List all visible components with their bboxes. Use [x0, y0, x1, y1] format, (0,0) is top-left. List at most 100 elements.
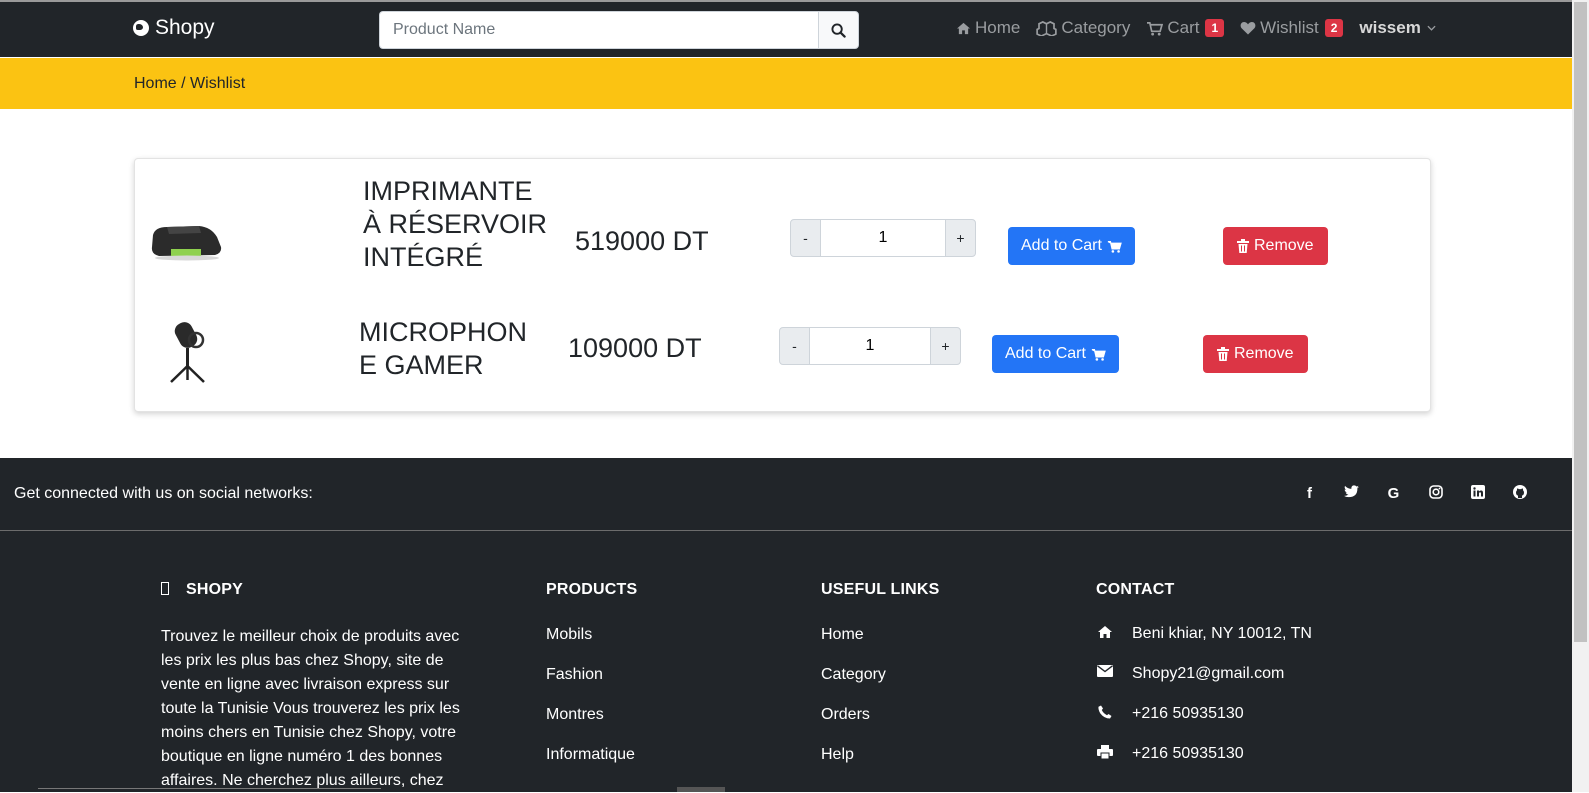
scrollbar-thumb[interactable]: [1574, 2, 1587, 642]
social-text: Get connected with us on social networks…: [14, 485, 313, 502]
remove-label: Remove: [1234, 345, 1294, 362]
navbar: Shopy Home Category Cart 1 Wishlist 2 wi…: [0, 2, 1589, 57]
quantity-increase-button[interactable]: +: [930, 327, 961, 365]
contact-fax: +216 50935130: [1096, 745, 1312, 785]
breadcrumb-separator: /: [176, 75, 191, 92]
brand-name: Shopy: [155, 16, 215, 39]
cart-icon: [1147, 21, 1164, 36]
footer-brand-heading: SHOPY: [161, 581, 471, 599]
nav-links: Home Category Cart 1 Wishlist 2 wissem: [956, 18, 1436, 38]
wishlist-count-badge: 2: [1324, 19, 1344, 37]
nav-category-label: Category: [1061, 18, 1131, 37]
quantity-decrease-button[interactable]: -: [790, 219, 821, 257]
cart-icon: [1107, 240, 1122, 253]
contact-address-text: Beni khiar, NY 10012, TN: [1132, 625, 1312, 642]
trash-icon: [1237, 239, 1249, 253]
breadcrumb: Home / Wishlist: [134, 75, 245, 93]
footer-useful-link[interactable]: Orders: [821, 705, 940, 745]
add-to-cart-button[interactable]: Add to Cart: [992, 335, 1119, 373]
facebook-icon[interactable]: f: [1299, 485, 1320, 503]
nav-home-link[interactable]: Home: [956, 18, 1020, 38]
twitter-icon[interactable]: [1341, 485, 1362, 503]
horizontal-scrollbar[interactable]: [38, 788, 381, 789]
google-icon[interactable]: G: [1383, 485, 1404, 503]
breadcrumb-bar: Home / Wishlist: [0, 58, 1589, 109]
nav-wishlist-link[interactable]: Wishlist 2: [1240, 18, 1344, 38]
breadcrumb-home-link[interactable]: Home: [134, 75, 177, 92]
contact-email: Shopy21@gmail.com: [1096, 665, 1312, 705]
footer-useful-link[interactable]: Home: [821, 625, 940, 665]
product-name: IMPRIMANTE À RÉSERVOIR INTÉGRÉ: [363, 176, 548, 272]
user-menu-dropdown[interactable]: wissem: [1359, 18, 1436, 38]
footer-product-link[interactable]: Mobils: [546, 625, 637, 665]
footer-useful-link[interactable]: Help: [821, 745, 940, 785]
print-icon: [1097, 745, 1113, 759]
footer-product-link[interactable]: Montres: [546, 705, 637, 745]
search-form: [379, 11, 859, 49]
trash-icon: [1217, 347, 1229, 361]
user-name: wissem: [1359, 18, 1421, 37]
search-input[interactable]: [379, 11, 818, 49]
globe-icon: [133, 20, 149, 36]
footer-products-column: PRODUCTS Mobils Fashion Montres Informat…: [546, 581, 637, 785]
home-icon: [1098, 626, 1112, 638]
social-section: Get connected with us on social networks…: [0, 458, 1572, 531]
footer-brand-title: SHOPY: [186, 581, 244, 598]
footer-useful-heading: USEFUL LINKS: [821, 581, 940, 598]
envelope-icon: [1097, 665, 1113, 677]
nav-home-label: Home: [975, 18, 1021, 37]
footer-contact-heading: CONTACT: [1096, 581, 1175, 598]
contact-phone-text: +216 50935130: [1132, 705, 1244, 722]
nav-cart-link[interactable]: Cart 1: [1146, 18, 1225, 38]
cubes-icon: [1036, 20, 1058, 36]
add-to-cart-button[interactable]: Add to Cart: [1008, 227, 1135, 265]
gem-icon: [161, 582, 169, 595]
search-button[interactable]: [818, 11, 859, 49]
footer-brand-text: Trouvez le meilleur choix de produits av…: [161, 628, 460, 789]
footer-products-heading: PRODUCTS: [546, 581, 638, 598]
product-price: 519000 DT: [575, 226, 709, 256]
quantity-input[interactable]: [810, 327, 930, 365]
footer-useful-link[interactable]: Category: [821, 665, 940, 705]
footer-product-link[interactable]: Fashion: [546, 665, 637, 705]
contact-phone: +216 50935130: [1096, 705, 1312, 745]
printer-image: [151, 226, 222, 261]
footer-contact-column: CONTACT Beni khiar, NY 10012, TN Shopy21…: [1096, 581, 1312, 785]
cart-icon: [1091, 348, 1106, 361]
remove-label: Remove: [1254, 237, 1314, 254]
contact-email-text: Shopy21@gmail.com: [1132, 665, 1285, 682]
quantity-increase-button[interactable]: +: [945, 219, 976, 257]
github-icon[interactable]: [1509, 485, 1530, 503]
quantity-input[interactable]: [821, 219, 945, 257]
add-to-cart-label: Add to Cart: [1021, 237, 1102, 254]
breadcrumb-current: Wishlist: [190, 75, 246, 92]
phone-icon: [1098, 705, 1112, 719]
contact-fax-text: +216 50935130: [1132, 745, 1244, 762]
heart-icon: [1240, 22, 1256, 35]
footer: SHOPY Trouvez le meilleur choix de produ…: [0, 531, 1572, 792]
contact-address: Beni khiar, NY 10012, TN: [1096, 625, 1312, 665]
linkedin-icon[interactable]: [1467, 485, 1488, 503]
quantity-stepper: - +: [790, 219, 976, 257]
brand-link[interactable]: Shopy: [133, 16, 215, 40]
nav-category-link[interactable]: Category: [1036, 18, 1130, 38]
nav-wishlist-label: Wishlist: [1260, 18, 1319, 37]
scroll-to-top-tab[interactable]: [677, 787, 725, 792]
microphone-image: [170, 322, 205, 383]
wishlist-card: IMPRIMANTE À RÉSERVOIR INTÉGRÉ 519000 DT…: [134, 158, 1431, 412]
product-name: MICROPHONE GAMER: [359, 317, 527, 380]
cart-count-badge: 1: [1205, 19, 1225, 37]
footer-about-column: SHOPY Trouvez le meilleur choix de produ…: [161, 581, 471, 793]
quantity-decrease-button[interactable]: -: [779, 327, 810, 365]
remove-button[interactable]: Remove: [1223, 227, 1328, 265]
footer-product-link[interactable]: Informatique: [546, 745, 637, 785]
product-price: 109000 DT: [568, 333, 702, 363]
footer-useful-links-column: USEFUL LINKS Home Category Orders Help: [821, 581, 940, 785]
search-icon: [831, 22, 846, 38]
instagram-icon[interactable]: [1425, 485, 1446, 503]
social-icons: f G: [1299, 485, 1530, 503]
quantity-stepper: - +: [779, 327, 961, 365]
nav-cart-label: Cart: [1167, 18, 1200, 37]
remove-button[interactable]: Remove: [1203, 335, 1308, 373]
chevron-down-icon: [1427, 25, 1436, 31]
